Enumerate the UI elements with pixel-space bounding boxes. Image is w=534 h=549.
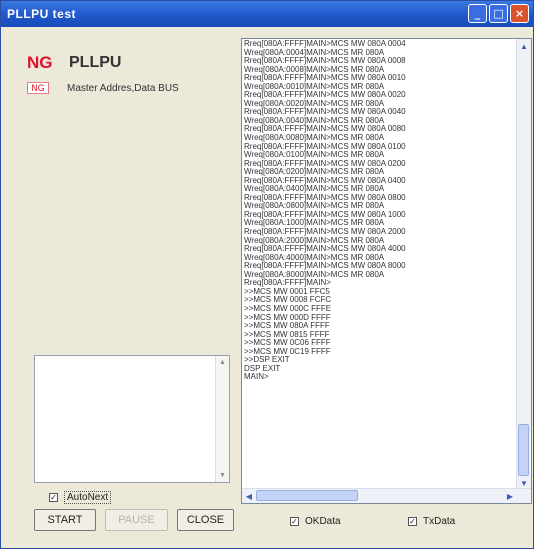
autonext-checkbox-row[interactable]: ✓ AutoNext [49, 491, 112, 504]
close-button[interactable]: CLOSE [177, 509, 234, 531]
maximize-button[interactable]: □ [489, 4, 508, 23]
sub-test-label: Master Addres,Data BUS [67, 82, 179, 94]
main-status-row: NG PLLPU [27, 53, 121, 73]
autonext-label: AutoNext [64, 491, 112, 504]
okdata-checkbox-row[interactable]: ✓ OKData [290, 516, 341, 527]
message-scrollbar[interactable]: ▲ ▼ [215, 356, 229, 482]
txdata-label: TxData [423, 516, 456, 527]
sub-status-row: NG Master Addres,Data BUS [27, 82, 179, 94]
start-button[interactable]: START [34, 509, 96, 531]
close-window-button[interactable]: × [510, 4, 529, 23]
scroll-up-icon[interactable]: ▲ [217, 357, 228, 368]
scroll-right-icon[interactable]: ▶ [504, 490, 516, 502]
log-horizontal-thumb[interactable] [256, 490, 358, 501]
test-name-label: PLLPU [69, 54, 122, 71]
scroll-down-icon[interactable]: ▼ [217, 470, 228, 481]
log-horizontal-scrollbar[interactable]: ◀ ▶ [242, 488, 531, 503]
maximize-icon: □ [493, 7, 504, 20]
log-content: Rreq[080A:FFFF]MAIN>MCS MW 080A 0004 Wreq… [244, 40, 516, 490]
sub-result-badge: NG [27, 82, 49, 94]
okdata-label: OKData [305, 516, 341, 527]
log-line: MAIN> [244, 372, 269, 382]
minimize-button[interactable]: _ [468, 4, 487, 23]
okdata-checkbox[interactable]: ✓ [290, 517, 299, 526]
txdata-checkbox-row[interactable]: ✓ TxData [408, 516, 455, 527]
app-window: PLLPU test _ □ × NG PLLPU NG Master Addr… [0, 0, 534, 549]
log-line: >>DSP EXIT [244, 355, 290, 365]
message-textbox[interactable]: ▲ ▼ [34, 355, 230, 483]
main-result-badge: NG [27, 53, 53, 72]
window-title: PLLPU test [7, 7, 77, 21]
title-bar[interactable]: PLLPU test _ □ × [1, 1, 533, 27]
log-textbox[interactable]: Rreq[080A:FFFF]MAIN>MCS MW 080A 0004 Wreq… [241, 38, 532, 504]
minimize-icon: _ [474, 7, 481, 20]
pause-button[interactable]: PAUSE [105, 509, 168, 531]
log-vertical-scrollbar[interactable]: ▲ ▼ [516, 39, 531, 490]
scroll-left-icon[interactable]: ◀ [243, 490, 255, 502]
log-line: DSP EXIT [244, 363, 281, 373]
autonext-checkbox[interactable]: ✓ [49, 493, 58, 502]
log-vertical-thumb[interactable] [518, 424, 529, 476]
scroll-up-icon[interactable]: ▲ [518, 40, 530, 52]
txdata-checkbox[interactable]: ✓ [408, 517, 417, 526]
close-icon: × [514, 7, 525, 20]
